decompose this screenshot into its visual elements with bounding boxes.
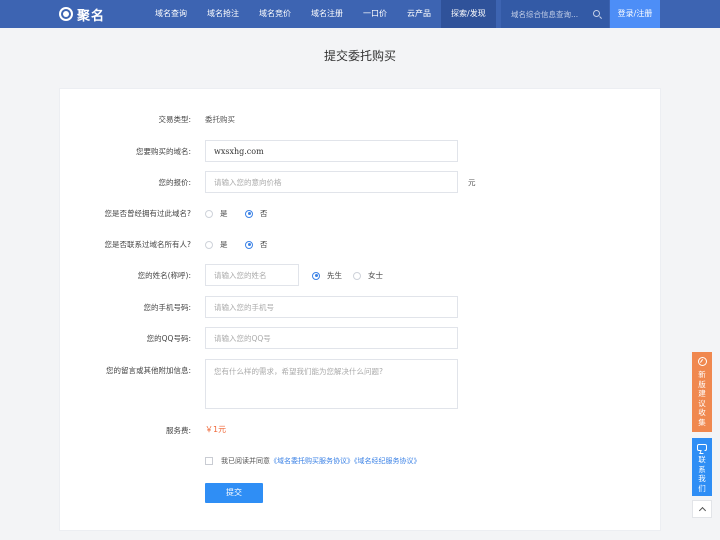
contact-float-button[interactable]: 联系我们 (692, 438, 712, 496)
search-input[interactable] (511, 8, 586, 20)
radio-icon (205, 209, 213, 218)
purchase-agreement-link[interactable]: 《域名委托购买服务协议》 (270, 457, 354, 465)
owned-yes-radio[interactable]: 是 (205, 208, 228, 219)
logo-icon (59, 7, 73, 21)
radio-label: 先生 (327, 271, 342, 280)
radio-label: 是 (220, 209, 228, 218)
nav-link-domain-search[interactable]: 域名查询 (145, 0, 197, 28)
message-label: 您的留言或其他附加信息: (105, 366, 191, 375)
back-to-top-button[interactable] (692, 500, 712, 518)
chevron-up-icon (698, 506, 707, 515)
fee-value: ￥1元 (205, 425, 227, 434)
trade-type-value: 委托购买 (205, 115, 235, 124)
nav-link-cloud-products[interactable]: 云产品 (397, 0, 441, 28)
qq-field[interactable] (205, 327, 458, 349)
radio-checked-icon (245, 240, 253, 249)
radio-label: 女士 (368, 271, 383, 280)
gender-male-radio[interactable]: 先生 (312, 270, 342, 281)
logo-text: 聚名 (77, 8, 106, 24)
name-field[interactable] (205, 264, 299, 286)
price-label: 您的报价: (158, 178, 191, 187)
feedback-icon (697, 357, 707, 366)
fee-label: 服务费: (165, 426, 191, 435)
radio-checked-icon (312, 271, 320, 280)
nav-link-fixed-price[interactable]: 一口价 (353, 0, 397, 28)
nav-link-domain-snap[interactable]: 域名抢注 (197, 0, 249, 28)
feedback-label: 新版建议收集 (698, 370, 706, 427)
trade-type-label: 交易类型: (158, 115, 191, 124)
name-label: 您的姓名(称呼): (137, 271, 191, 280)
agree-checkbox[interactable] (205, 457, 213, 465)
qq-label: 您的QQ号码: (146, 334, 191, 343)
nav-link-domain-auction[interactable]: 域名竞价 (249, 0, 301, 28)
contacted-no-radio[interactable]: 否 (245, 239, 268, 250)
feedback-float-button[interactable]: 新版建议收集 (692, 352, 712, 432)
contact-label: 联系我们 (698, 455, 706, 493)
agree-prefix: 我已阅读并同意 (221, 457, 270, 465)
phone-field[interactable] (205, 296, 458, 318)
nav-links: 域名查询 域名抢注 域名竞价 域名注册 一口价 云产品 探索/发现 (145, 0, 496, 28)
radio-label: 否 (260, 240, 268, 249)
logo[interactable]: 聚名 (59, 6, 106, 24)
phone-label: 您的手机号码: (143, 303, 191, 312)
radio-checked-icon (245, 209, 253, 218)
domain-field[interactable] (205, 140, 458, 162)
radio-icon (205, 240, 213, 249)
gender-female-radio[interactable]: 女士 (353, 270, 383, 281)
price-field[interactable] (205, 171, 458, 193)
radio-label: 是 (220, 240, 228, 249)
nav-search (501, 0, 609, 28)
domain-label: 您要购买的域名: (135, 147, 191, 156)
contacted-yes-radio[interactable]: 是 (205, 239, 228, 250)
search-icon[interactable] (593, 10, 600, 17)
submit-button[interactable]: 提交 (205, 483, 263, 503)
owned-before-label: 您是否曾经拥有过此域名? (104, 209, 191, 218)
broker-agreement-link[interactable]: 《域名经纪服务协议》 (354, 457, 421, 465)
nav-link-domain-register[interactable]: 域名注册 (301, 0, 353, 28)
login-register-button[interactable]: 登录/注册 (610, 0, 660, 28)
owned-no-radio[interactable]: 否 (245, 208, 268, 219)
price-unit: 元 (468, 178, 476, 187)
chat-icon (697, 444, 707, 451)
contacted-owner-label: 您是否联系过域名所有人? (104, 240, 191, 249)
top-nav: 聚名 域名查询 域名抢注 域名竞价 域名注册 一口价 云产品 探索/发现 登录/… (0, 0, 720, 28)
radio-label: 否 (260, 209, 268, 218)
nav-link-explore[interactable]: 探索/发现 (441, 0, 496, 28)
message-field[interactable] (205, 359, 458, 409)
page-title: 提交委托购买 (323, 49, 396, 63)
agreement-text: 我已阅读并同意《域名委托购买服务协议》《域名经纪服务协议》 (221, 456, 421, 466)
radio-icon (353, 271, 361, 280)
